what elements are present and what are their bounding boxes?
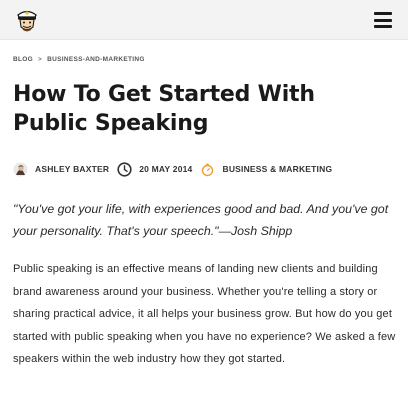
breadcrumb-blog-link[interactable]: BLOG — [13, 56, 33, 63]
author-link[interactable]: ASHLEY BAXTER — [35, 164, 109, 174]
hamburger-menu-icon[interactable] — [374, 12, 392, 28]
breadcrumb: BLOG > BUSINESS-AND-MARKETING — [13, 56, 145, 63]
publish-date: 20 MAY 2014 — [139, 164, 193, 174]
category-link[interactable]: BUSINESS & MARKETING — [222, 164, 332, 174]
breadcrumb-separator: > — [37, 56, 43, 63]
article-meta: ASHLEY BAXTER 20 MAY 2014 BUSINESS & MAR… — [13, 160, 340, 178]
author-avatar-icon — [13, 162, 28, 177]
article-title: How To Get Started With Public Speaking — [13, 82, 315, 136]
stopwatch-category-icon — [200, 162, 215, 177]
captain-logo-icon[interactable] — [13, 6, 41, 34]
clock-icon — [117, 161, 132, 177]
article-pull-quote: "You've got your life, with experiences … — [13, 202, 389, 238]
top-bar — [0, 0, 408, 40]
breadcrumb-category-link[interactable]: BUSINESS-AND-MARKETING — [47, 56, 145, 63]
article-intro-paragraph: Public speaking is an effective means of… — [13, 263, 396, 366]
